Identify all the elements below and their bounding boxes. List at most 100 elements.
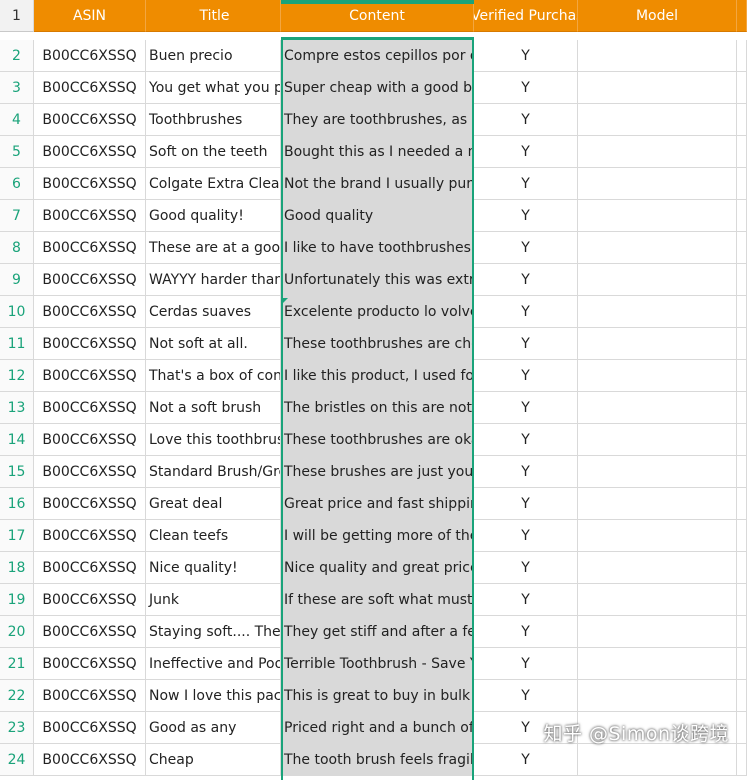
cell-model[interactable] [578,424,737,456]
cell-asin[interactable]: B00CC6XSSQ [34,40,146,72]
row-number[interactable]: 11 [0,328,34,360]
cell-verified-purchase[interactable]: Y [474,584,578,616]
cell-model[interactable] [578,328,737,360]
cell-model[interactable] [578,232,737,264]
cell-verified-purchase[interactable]: Y [474,264,578,296]
cell-verified-purchase[interactable]: Y [474,104,578,136]
column-header-next[interactable] [737,0,747,32]
cell-model[interactable] [578,616,737,648]
cell-title[interactable]: You get what you pay for [146,72,281,104]
cell-next[interactable] [737,360,747,392]
cell-content[interactable]: This is great to buy in bulk I th [281,680,474,712]
row-number[interactable]: 15 [0,456,34,488]
cell-asin[interactable]: B00CC6XSSQ [34,648,146,680]
cell-title[interactable]: Standard Brush/Great [146,456,281,488]
cell-verified-purchase[interactable]: Y [474,488,578,520]
row-number[interactable]: 4 [0,104,34,136]
cell-next[interactable] [737,40,747,72]
cell-model[interactable] [578,552,737,584]
cell-title[interactable]: Buen precio [146,40,281,72]
row-number[interactable]: 3 [0,72,34,104]
cell-content[interactable]: The bristles on this are not soft [281,392,474,424]
cell-content[interactable]: Nice quality and great price for [281,552,474,584]
cell-model[interactable] [578,488,737,520]
cell-next[interactable] [737,456,747,488]
cell-next[interactable] [737,168,747,200]
cell-content[interactable]: I will be getting more of these [281,520,474,552]
cell-verified-purchase[interactable]: Y [474,456,578,488]
row-number[interactable]: 14 [0,424,34,456]
cell-next[interactable] [737,648,747,680]
cell-verified-purchase[interactable]: Y [474,200,578,232]
cell-verified-purchase[interactable]: Y [474,232,578,264]
cell-title[interactable]: Good as any [146,712,281,744]
cell-title[interactable]: Cheap [146,744,281,776]
cell-asin[interactable]: B00CC6XSSQ [34,264,146,296]
row-number[interactable]: 24 [0,744,34,776]
cell-content[interactable]: Compre estos cepillos por que [281,40,474,72]
cell-asin[interactable]: B00CC6XSSQ [34,680,146,712]
cell-next[interactable] [737,104,747,136]
cell-next[interactable] [737,616,747,648]
row-number[interactable]: 6 [0,168,34,200]
cell-model[interactable] [578,520,737,552]
cell-asin[interactable]: B00CC6XSSQ [34,520,146,552]
cell-asin[interactable]: B00CC6XSSQ [34,552,146,584]
cell-model[interactable] [578,136,737,168]
cell-model[interactable] [578,40,737,72]
cell-content[interactable]: Unfortunately this was extra hard [281,264,474,296]
row-number[interactable]: 8 [0,232,34,264]
cell-model[interactable] [578,648,737,680]
cell-asin[interactable]: B00CC6XSSQ [34,488,146,520]
cell-content[interactable]: Bought this as I needed a mild [281,136,474,168]
cell-content[interactable]: I like this product, I used for bath [281,360,474,392]
cell-content[interactable]: I like to have toothbrushes for [281,232,474,264]
cell-model[interactable] [578,104,737,136]
row-number[interactable]: 16 [0,488,34,520]
row-number[interactable]: 21 [0,648,34,680]
cell-verified-purchase[interactable]: Y [474,616,578,648]
cell-content[interactable]: Priced right and a bunch of them [281,712,474,744]
cell-model[interactable] [578,264,737,296]
cell-content[interactable]: The tooth brush feels fragile and [281,744,474,776]
cell-next[interactable] [737,200,747,232]
row-number[interactable]: 18 [0,552,34,584]
cell-title[interactable]: That's a box of convenience [146,360,281,392]
cell-content[interactable]: Terrible Toothbrush - Save Your [281,648,474,680]
cell-asin[interactable]: B00CC6XSSQ [34,360,146,392]
cell-verified-purchase[interactable]: Y [474,520,578,552]
cell-title[interactable]: Toothbrushes [146,104,281,136]
column-header-model[interactable]: Model [578,0,737,32]
cell-title[interactable]: Junk [146,584,281,616]
cell-model[interactable] [578,168,737,200]
cell-next[interactable] [737,232,747,264]
cell-content[interactable]: They get stiff and after a few [281,616,474,648]
cell-title[interactable]: Staying soft.... These [146,616,281,648]
cell-next[interactable] [737,680,747,712]
cell-asin[interactable]: B00CC6XSSQ [34,296,146,328]
cell-title[interactable]: Not a soft brush [146,392,281,424]
cell-title[interactable]: Soft on the teeth [146,136,281,168]
column-header-asin[interactable]: ASIN [34,0,146,32]
cell-asin[interactable]: B00CC6XSSQ [34,200,146,232]
cell-next[interactable] [737,72,747,104]
column-header-title[interactable]: Title [146,0,281,32]
cell-content[interactable]: They are toothbrushes, as expected [281,104,474,136]
cell-next[interactable] [737,488,747,520]
cell-verified-purchase[interactable]: Y [474,168,578,200]
cell-content[interactable]: Good quality [281,200,474,232]
row-number[interactable]: 2 [0,40,34,72]
cell-asin[interactable]: B00CC6XSSQ [34,712,146,744]
cell-asin[interactable]: B00CC6XSSQ [34,232,146,264]
cell-verified-purchase[interactable]: Y [474,392,578,424]
cell-model[interactable] [578,744,737,776]
cell-verified-purchase[interactable]: Y [474,744,578,776]
cell-asin[interactable]: B00CC6XSSQ [34,136,146,168]
cell-next[interactable] [737,136,747,168]
cell-asin[interactable]: B00CC6XSSQ [34,392,146,424]
cell-next[interactable] [737,712,747,744]
cell-next[interactable] [737,296,747,328]
cell-verified-purchase[interactable]: Y [474,360,578,392]
cell-asin[interactable]: B00CC6XSSQ [34,424,146,456]
cell-title[interactable]: Not soft at all. [146,328,281,360]
